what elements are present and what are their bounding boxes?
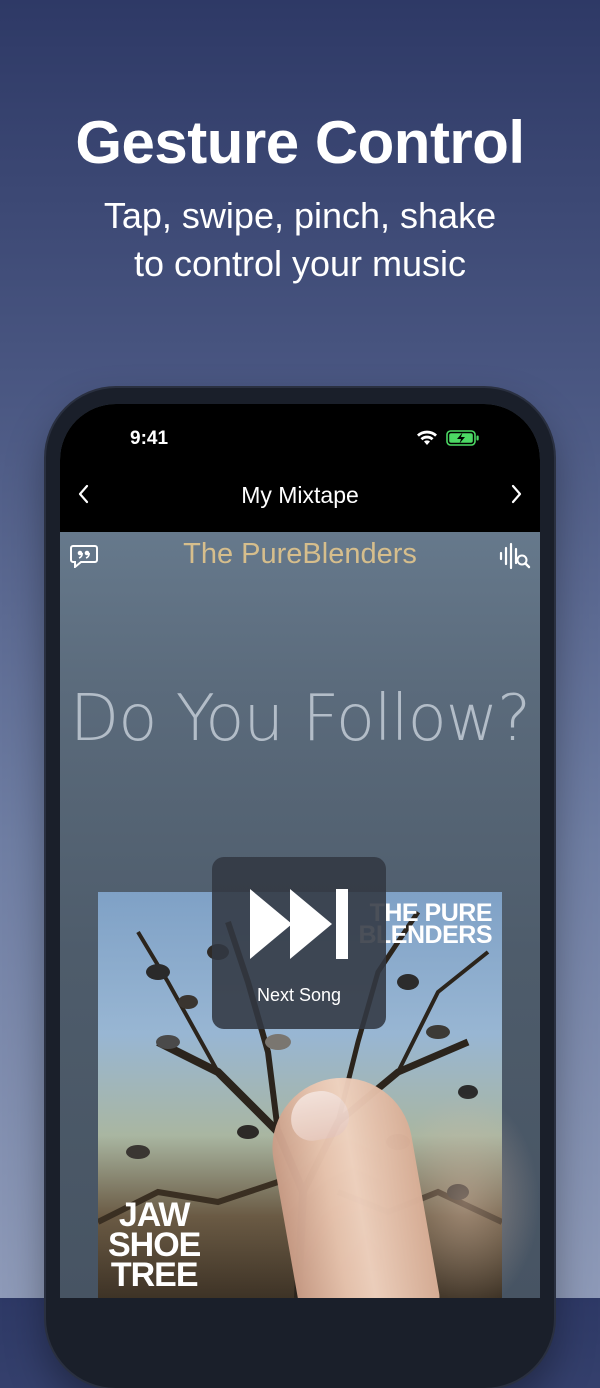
promo-subtitle-line-1: Tap, swipe, pinch, shake	[103, 195, 497, 236]
battery-charging-icon	[446, 430, 479, 446]
promo-title: Gesture Control	[75, 109, 525, 176]
next-track-icon	[250, 889, 348, 959]
chevron-right-icon[interactable]	[506, 482, 526, 506]
now-playing-view[interactable]: The PureBlenders Do You Follow? THE PURE…	[60, 532, 540, 1298]
artist-name[interactable]: The PureBlenders	[60, 538, 540, 571]
album-name-line-3: TREE	[110, 1256, 199, 1294]
promo-subtitle-line-2: to control your music	[133, 243, 467, 284]
nav-title: My Mixtape	[241, 482, 359, 508]
promo-subtitle: Tap, swipe, pinch, shake to control your…	[0, 192, 600, 288]
album-name: JAW SHOE TREE	[108, 1198, 201, 1294]
audio-search-icon[interactable]	[498, 542, 532, 570]
top-bar: 9:41 My Mixtape	[60, 404, 540, 532]
status-time: 9:41	[130, 428, 169, 449]
song-title: Do You Follow?	[69, 682, 531, 756]
fingernail	[286, 1086, 353, 1145]
gesture-hud-label: Next Song	[256, 985, 342, 1005]
wifi-icon	[417, 430, 437, 445]
gesture-hud: Next Song	[212, 857, 386, 1029]
phone-screen: 9:41 My Mixtape The PureBlenders Do You …	[60, 404, 540, 1298]
